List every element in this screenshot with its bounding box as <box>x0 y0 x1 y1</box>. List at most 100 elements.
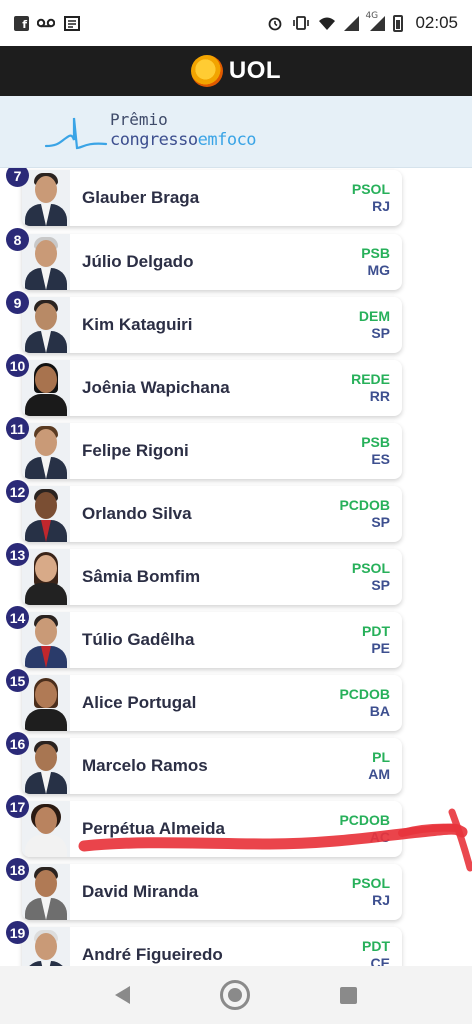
deputy-photo <box>22 234 70 290</box>
ranking-item[interactable]: 7 Glauber Braga PSOL RJ <box>6 168 402 226</box>
rank-badge: 12 <box>6 480 29 503</box>
party-label: PSB <box>361 245 390 261</box>
deputy-photo <box>22 486 70 542</box>
deputy-photo <box>22 801 70 857</box>
battery-icon <box>393 14 404 32</box>
award-title: Prêmio <box>110 110 168 129</box>
rank-badge: 9 <box>6 291 29 314</box>
state-label: PE <box>371 640 390 656</box>
state-label: SP <box>371 577 390 593</box>
news-icon <box>63 15 81 31</box>
ranking-item[interactable]: 18 David Miranda PSOL RJ <box>6 858 402 920</box>
award-banner: Prêmio congressoemfoco <box>0 96 472 168</box>
state-label: BA <box>369 703 390 719</box>
uol-logo-icon[interactable] <box>190 55 223 87</box>
party-label: PCDOB <box>339 497 390 513</box>
party-label: PSOL <box>351 181 390 197</box>
deputy-name: Júlio Delgado <box>82 252 194 271</box>
award-subtitle-accent: emfoco <box>197 130 257 150</box>
state-label: ES <box>371 451 390 467</box>
state-label: RJ <box>372 198 390 214</box>
rank-badge: 8 <box>6 228 29 251</box>
status-bar-notifications: f <box>14 15 81 31</box>
ranking-item[interactable]: 12 Orlando Silva PCDOB SP <box>6 480 402 542</box>
deputy-name: Sâmia Bomfim <box>82 567 201 586</box>
deputy-photo <box>22 549 70 605</box>
deputy-name: Orlando Silva <box>82 504 192 523</box>
state-label: AC <box>369 829 390 845</box>
deputy-photo <box>22 612 70 668</box>
ranking-item[interactable]: 15 Alice Portugal PCDOB BA <box>6 669 402 731</box>
deputy-photo <box>22 675 70 731</box>
ranking-item[interactable]: 8 Júlio Delgado PSB MG <box>6 228 402 290</box>
ranking-item[interactable]: 16 Marcelo Ramos PL AM <box>6 732 402 794</box>
brand-name[interactable]: UOL <box>229 57 281 85</box>
deputy-photo <box>22 927 70 966</box>
signal-icon <box>344 15 360 31</box>
party-label: PCDOB <box>339 686 390 702</box>
deputy-name: David Miranda <box>82 882 199 901</box>
system-nav-bar <box>0 966 472 1024</box>
status-time: 02:05 <box>415 13 458 32</box>
rank-badge: 18 <box>6 858 29 881</box>
wifi-icon <box>318 15 336 31</box>
rank-badge: 13 <box>6 543 29 566</box>
deputy-name: Alice Portugal <box>82 693 197 712</box>
deputy-photo <box>22 738 70 794</box>
state-label: RJ <box>372 892 390 908</box>
deputy-photo <box>22 170 70 226</box>
state-label: CE <box>370 955 390 966</box>
party-label: DEM <box>358 308 390 324</box>
party-label: PDT <box>362 623 390 639</box>
ranking-item[interactable]: 10 Joênia Wapichana REDE RR <box>6 354 402 416</box>
ranking-item[interactable]: 17 Perpétua Almeida PCDOB AC <box>6 795 402 857</box>
deputy-photo <box>22 360 70 416</box>
ranking-item[interactable]: 14 Túlio Gadêlha PDT PE <box>6 606 402 668</box>
award-wave-icon <box>44 117 108 150</box>
ranking-item[interactable]: 9 Kim Kataguiri DEM SP <box>6 291 402 353</box>
alarm-icon <box>266 15 284 31</box>
party-label: PSOL <box>351 875 390 891</box>
deputy-name: Glauber Braga <box>82 188 200 207</box>
deputy-name: Kim Kataguiri <box>82 315 193 334</box>
deputy-photo <box>22 297 70 353</box>
rank-badge: 10 <box>6 354 29 377</box>
ranking-item[interactable]: 19 André Figueiredo PDT CE <box>6 921 402 966</box>
deputy-name: Felipe Rigoni <box>82 441 189 460</box>
deputy-name: Joênia Wapichana <box>82 378 230 397</box>
party-label: PCDOB <box>339 812 390 828</box>
deputy-photo <box>22 423 70 479</box>
state-label: RR <box>369 388 390 404</box>
party-label: PDT <box>362 938 390 954</box>
state-label: SP <box>371 514 390 530</box>
ranking-list[interactable]: 7 Glauber Braga PSOL RJ 8 Júlio Delgado P… <box>0 168 472 966</box>
award-subtitle-main: congresso <box>110 130 198 150</box>
party-label: REDE <box>351 371 390 387</box>
deputy-name: André Figueiredo <box>82 945 223 964</box>
state-label: AM <box>368 766 390 782</box>
party-label: PSOL <box>351 560 390 576</box>
state-label: SP <box>371 325 390 341</box>
deputy-name: Túlio Gadêlha <box>82 630 195 649</box>
award-logo[interactable]: Prêmio congressoemfoco <box>44 108 284 156</box>
deputy-name: Marcelo Ramos <box>82 756 208 775</box>
rank-badge: 17 <box>6 795 29 818</box>
signal-4g-icon: 4G <box>365 11 386 31</box>
vibrate-icon <box>292 15 310 31</box>
rank-badge: 14 <box>6 606 29 629</box>
status-bar-system: 4G 02:05 <box>266 11 458 33</box>
voicemail-icon <box>37 15 55 31</box>
back-icon[interactable] <box>115 986 130 1004</box>
rank-badge: 19 <box>6 921 29 944</box>
rank-badge: 15 <box>6 669 29 692</box>
party-label: PSB <box>361 434 390 450</box>
ranking-item[interactable]: 13 Sâmia Bomfim PSOL SP <box>6 543 402 605</box>
ranking-item[interactable]: 11 Felipe Rigoni PSB ES <box>6 417 402 479</box>
party-label: PL <box>372 749 390 765</box>
recents-icon[interactable] <box>340 986 357 1004</box>
status-bar: f 4G 02:05 <box>0 0 472 46</box>
home-icon[interactable] <box>220 980 250 1010</box>
facebook-icon: f <box>14 15 29 31</box>
award-subtitle: congressoemfoco <box>110 130 257 150</box>
rank-badge: 11 <box>6 417 29 440</box>
